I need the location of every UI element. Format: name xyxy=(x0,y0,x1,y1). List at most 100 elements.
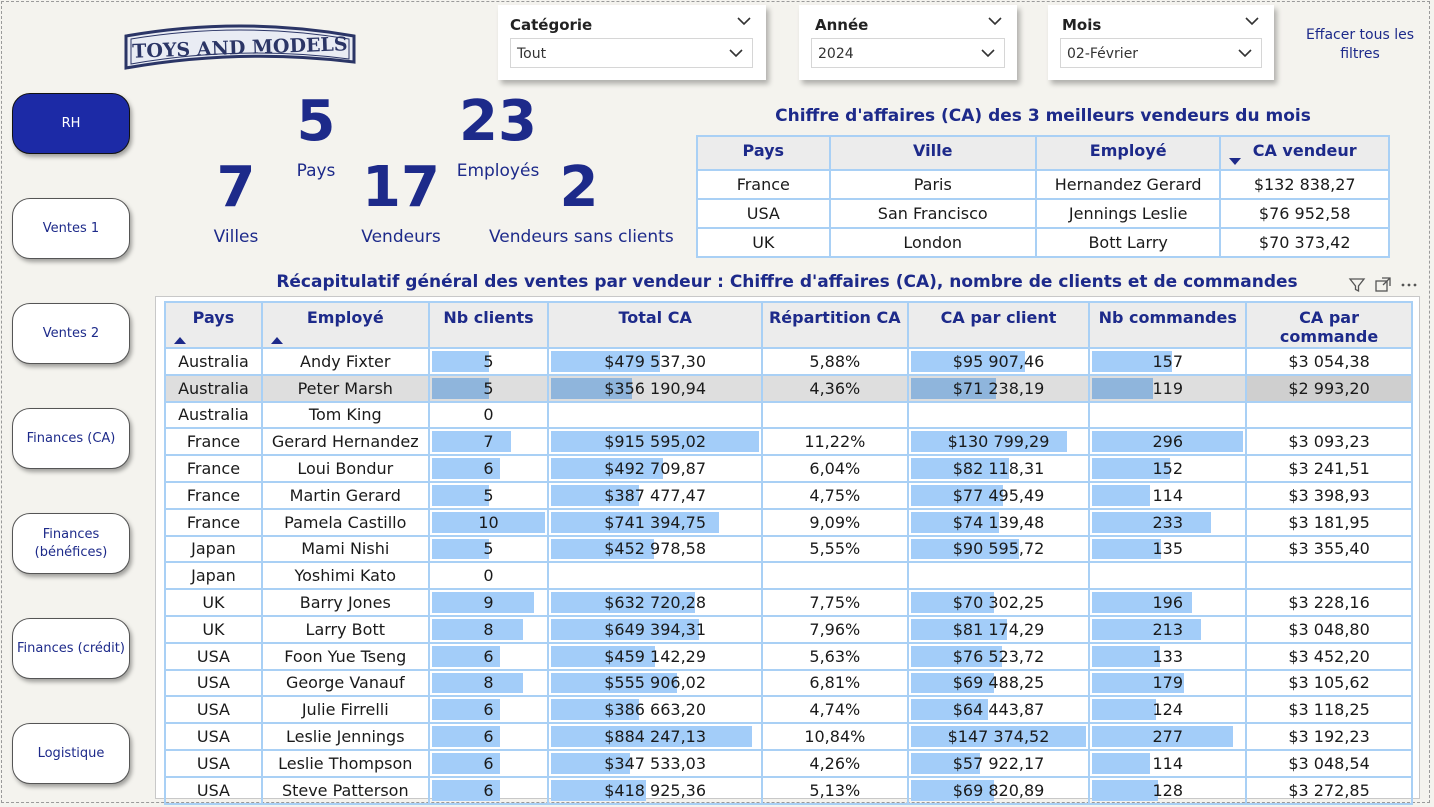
summary-cell-text: 5 xyxy=(483,351,494,371)
nav-button-rh[interactable]: RH xyxy=(12,93,130,154)
kpi-sans-clients-label: Vendeurs sans clients xyxy=(489,227,674,247)
summary-cell-text: $479 537,30 xyxy=(604,351,707,371)
summary-cell-text: 152 xyxy=(1152,459,1183,479)
nav-button-logistique[interactable]: Logistique xyxy=(12,723,130,784)
data-bar xyxy=(1092,377,1153,399)
clear-filters-button[interactable]: Effacer tous les filtres xyxy=(1300,26,1420,64)
nav-button-finances-credit[interactable]: Finances (crédit) xyxy=(12,618,130,679)
summary-cell-text: 4,36% xyxy=(809,378,861,398)
nav-button-ventes-2[interactable]: Ventes 2 xyxy=(12,303,130,364)
focus-mode-icon[interactable] xyxy=(1375,277,1391,292)
summary-cell-text: $70 302,25 xyxy=(952,593,1045,613)
summary-cell-ca-par-commande: $3 192,23 xyxy=(1245,722,1413,751)
top3-row[interactable]: USA San Francisco Jennings Leslie $76 952,5… xyxy=(696,198,1390,229)
table-row[interactable]: USA Julie Firrelli 6 $386 663,20 4,74% $64 44… xyxy=(164,695,1413,725)
top3-cell-ville: San Francisco xyxy=(828,198,1037,229)
summary-cell-nb-clients: 6 xyxy=(427,454,550,483)
summary-cell-ca-par-client: $95 907,46 xyxy=(906,347,1091,376)
summary-header-employe[interactable]: Employé xyxy=(260,301,430,349)
filter-icon[interactable] xyxy=(1348,278,1366,293)
category-slicer[interactable]: Catégorie Tout xyxy=(498,5,766,80)
summary-cell-pays: USA xyxy=(164,668,263,698)
table-row[interactable]: Australia Peter Marsh 5 $356 190,94 4,36% $71… xyxy=(164,373,1413,403)
year-slicer[interactable]: Année 2024 xyxy=(799,5,1017,80)
nav-button-finances-benefices[interactable]: Finances (bénéfices) xyxy=(12,513,130,574)
summary-cell-total-ca xyxy=(547,400,763,430)
summary-cell-nb-commandes xyxy=(1088,561,1248,591)
table-row[interactable]: France Martin Gerard 5 $387 477,47 4,75% $77 … xyxy=(164,480,1413,510)
summary-cell-total-ca: $915 595,02 xyxy=(547,427,763,457)
summary-cell-text: Martin Gerard xyxy=(289,485,401,505)
summary-cell-total-ca: $632 720,28 xyxy=(547,588,763,617)
table-row[interactable]: USA Leslie Thompson 6 $347 533,03 4,26% $57 9… xyxy=(164,748,1413,778)
year-dropdown[interactable]: 2024 xyxy=(811,38,1005,68)
more-options-icon[interactable] xyxy=(1401,283,1417,287)
category-dropdown[interactable]: Tout xyxy=(510,38,753,68)
table-row[interactable]: Japan Mami Nishi 5 $452 978,58 5,55% $90 595,… xyxy=(164,534,1413,564)
summary-cell-text: 179 xyxy=(1152,673,1183,693)
data-bar xyxy=(431,351,489,372)
summary-header-nb-clients[interactable]: Nb clients xyxy=(427,301,550,349)
chevron-down-icon[interactable] xyxy=(987,15,1003,27)
summary-cell-text: France xyxy=(186,432,241,452)
summary-cell-text: USA xyxy=(196,700,230,720)
month-slicer[interactable]: Mois 02-Février xyxy=(1048,5,1274,80)
summary-cell-text: Australia xyxy=(178,378,249,398)
month-dropdown[interactable]: 02-Février xyxy=(1060,38,1262,68)
summary-cell-total-ca: $649 394,31 xyxy=(547,614,763,644)
table-row[interactable]: UK Barry Jones 9 $632 720,28 7,75% $70 302,25… xyxy=(164,588,1413,617)
top3-header-ville[interactable]: Ville xyxy=(828,135,1037,171)
summary-cell-ca-par-commande: $3 093,23 xyxy=(1245,427,1413,457)
summary-header-ca-par-commande[interactable]: CA par commande xyxy=(1245,301,1413,349)
summary-cell-text: Japan xyxy=(191,566,236,586)
data-bar xyxy=(1092,752,1151,774)
summary-header-pays[interactable]: Pays xyxy=(164,301,263,349)
summary-cell-text: 196 xyxy=(1152,593,1183,613)
summary-header-ca-par-client[interactable]: CA par client xyxy=(906,301,1091,349)
table-row[interactable]: France Pamela Castillo 10 $741 394,75 9,09% $… xyxy=(164,507,1413,537)
table-row[interactable]: Japan Yoshimi Kato 0 xyxy=(164,561,1413,591)
summary-cell-nb-clients: 0 xyxy=(427,400,550,430)
table-row[interactable]: UK Larry Bott 8 $649 394,31 7,96% $81 174,29 2… xyxy=(164,614,1413,644)
top3-row[interactable]: France Paris Hernandez Gerard $132 838,27 xyxy=(696,169,1390,200)
table-row[interactable]: Australia Tom King 0 xyxy=(164,400,1413,430)
summary-header-nb-commandes[interactable]: Nb commandes xyxy=(1088,301,1248,349)
summary-header-repartition-ca[interactable]: Répartition CA xyxy=(760,301,909,349)
summary-cell-text: $95 907,46 xyxy=(952,351,1045,371)
table-row[interactable]: Australia Andy Fixter 5 $479 537,30 5,88% $95… xyxy=(164,347,1413,376)
kpi-vendeurs-label: Vendeurs xyxy=(361,227,441,247)
summary-cell-nb-commandes: 114 xyxy=(1088,748,1248,778)
chevron-down-icon[interactable] xyxy=(736,15,752,27)
top3-row[interactable]: UK London Bott Larry $70 373,42 xyxy=(696,227,1390,258)
nav-button-ventes-1[interactable]: Ventes 1 xyxy=(12,198,130,259)
summary-cell-text: 6 xyxy=(483,780,494,800)
summary-cell-total-ca: $741 394,75 xyxy=(547,507,763,537)
top3-header-pays[interactable]: Pays xyxy=(696,135,831,171)
summary-cell-nb-clients: 5 xyxy=(427,480,550,510)
summary-cell-ca-par-commande xyxy=(1245,400,1413,430)
summary-cell-text: $3 272,85 xyxy=(1288,780,1370,800)
summary-cell-employe: Loui Bondur xyxy=(260,454,430,483)
table-row[interactable]: France Gerard Hernandez 7 $915 595,02 11,22%… xyxy=(164,427,1413,457)
top3-header-ca-vendeur[interactable]: CA vendeur xyxy=(1219,135,1390,171)
summary-cell-text: George Vanauf xyxy=(285,673,405,693)
chevron-down-icon[interactable] xyxy=(1244,15,1260,27)
sort-descending-icon xyxy=(1229,158,1242,165)
year-value: 2024 xyxy=(818,46,854,62)
nav-button-finances-ca[interactable]: Finances (CA) xyxy=(12,408,130,469)
summary-table: Pays Employé Nb clients Total CA Réparti… xyxy=(164,301,1413,805)
table-row[interactable]: France Loui Bondur 6 $492 709,87 6,04% $82 11… xyxy=(164,454,1413,483)
top3-header-employe[interactable]: Employé xyxy=(1034,135,1222,171)
summary-cell-text: 114 xyxy=(1152,753,1183,773)
summary-cell-text: 296 xyxy=(1152,432,1183,452)
summary-cell-text: $57 922,17 xyxy=(952,753,1045,773)
top3-cell-pays: France xyxy=(696,169,831,200)
table-row[interactable]: USA Leslie Jennings 6 $884 247,13 10,84% $147… xyxy=(164,722,1413,751)
table-row[interactable]: USA Steve Patterson 6 $418 925,36 5,13% $69 8… xyxy=(164,775,1413,805)
summary-cell-text: $459 142,29 xyxy=(604,646,707,666)
summary-cell-pays: France xyxy=(164,454,263,483)
summary-header-total-ca[interactable]: Total CA xyxy=(547,301,763,349)
table-row[interactable]: USA George Vanauf 8 $555 906,02 6,81% $69 488… xyxy=(164,668,1413,698)
summary-cell-text: France xyxy=(186,459,241,479)
table-row[interactable]: USA Foon Yue Tseng 6 $459 142,29 5,63% $76 52… xyxy=(164,641,1413,671)
